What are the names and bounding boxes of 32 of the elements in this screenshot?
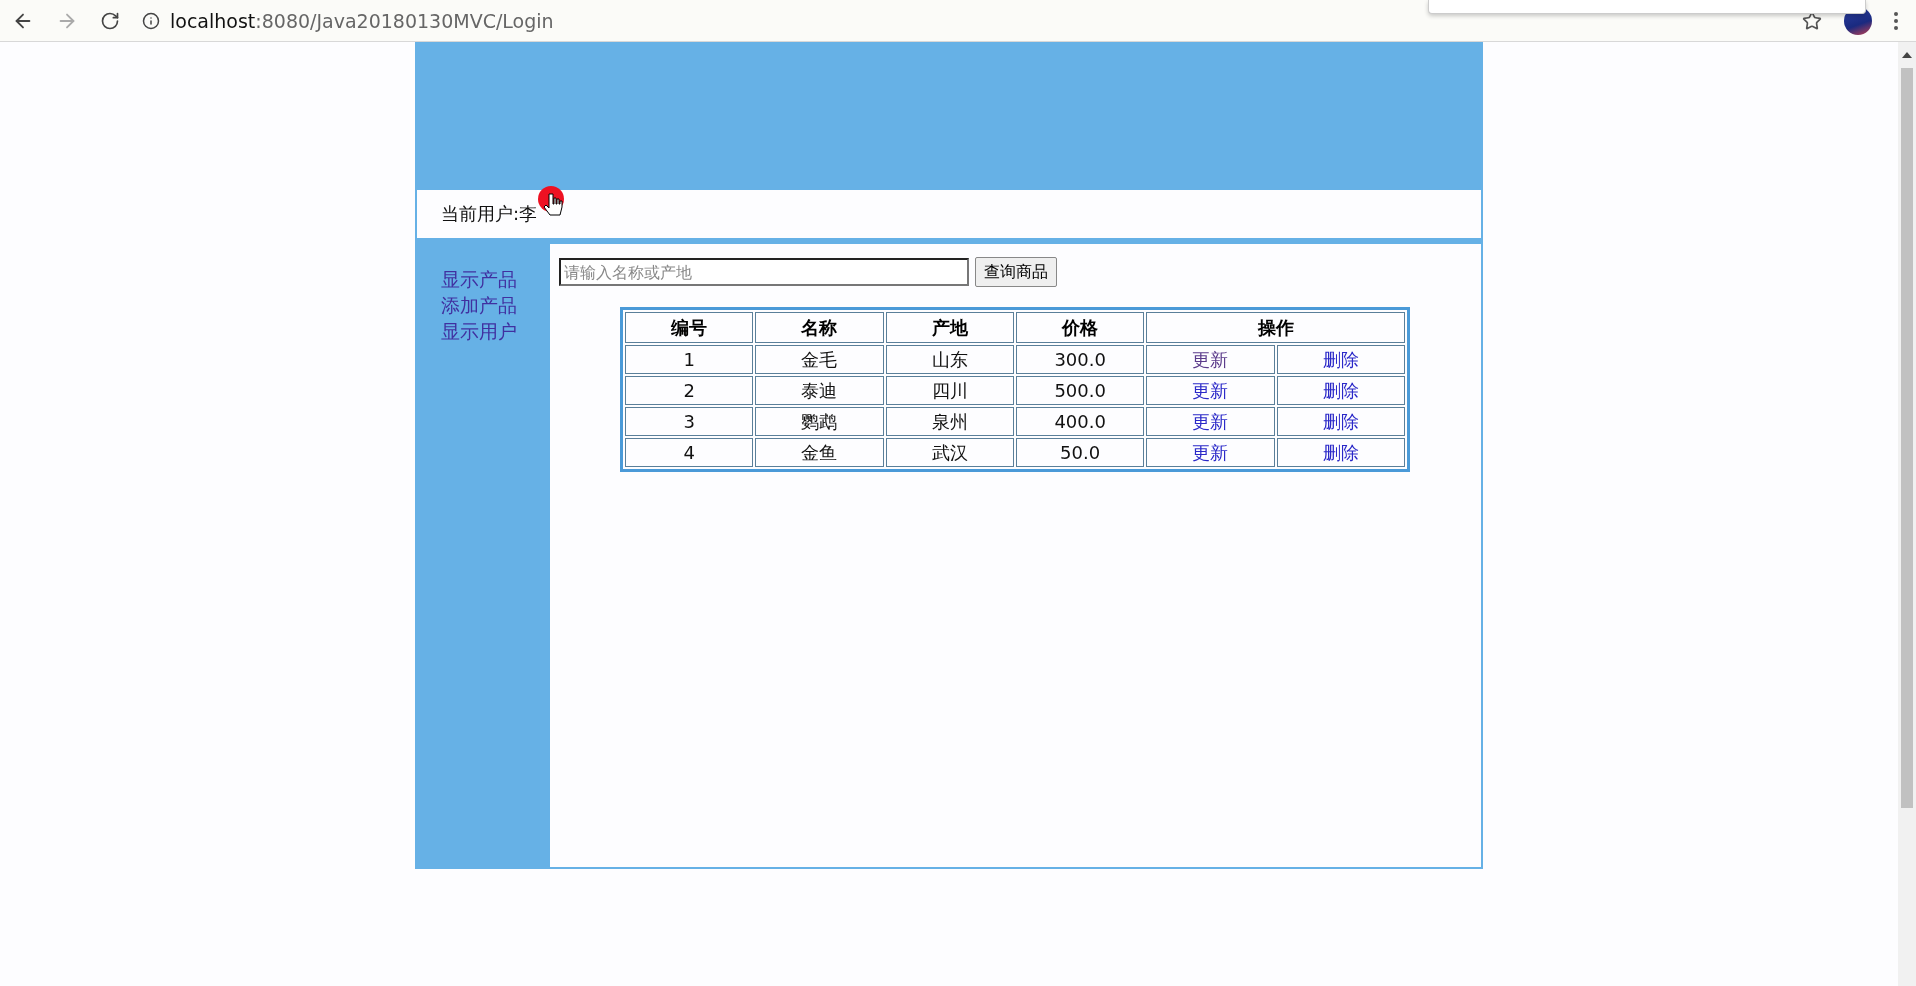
address-url[interactable]: localhost:8080/Java20180130MVC/Login	[170, 9, 554, 32]
table-cell: 泉州	[885, 407, 1014, 436]
table-cell: 50.0	[1016, 438, 1145, 467]
table-cell: 金鱼	[755, 438, 884, 467]
table-cell: 1	[625, 345, 754, 374]
scroll-up-icon[interactable]	[1902, 52, 1912, 58]
table-cell: 400.0	[1016, 407, 1145, 436]
column-header: 名称	[755, 312, 884, 343]
search-field[interactable]: 请输入名称或产地	[559, 258, 969, 286]
table-cell: 泰迪	[755, 376, 884, 405]
table-cell: 2	[625, 376, 754, 405]
table-cell: 300.0	[1016, 345, 1145, 374]
table-cell: 500.0	[1016, 376, 1145, 405]
column-header: 产地	[885, 312, 1014, 343]
sidebar-link[interactable]: 显示产品	[441, 266, 550, 292]
reload-icon[interactable]	[100, 10, 120, 31]
table-cell: 四川	[885, 376, 1014, 405]
sidebar-link[interactable]: 添加产品	[441, 292, 550, 318]
table-cell: 3	[625, 407, 754, 436]
table-cell: 4	[625, 438, 754, 467]
info-icon[interactable]	[142, 11, 160, 30]
search-button[interactable]: 查询商品	[975, 257, 1057, 287]
table-cell: 金毛	[755, 345, 884, 374]
current-user: 当前用户:李	[441, 202, 538, 226]
column-header: 操作	[1146, 312, 1405, 343]
column-header: 编号	[625, 312, 754, 343]
table-cell: 武汉	[885, 438, 1014, 467]
column-header: 价格	[1016, 312, 1145, 343]
table-cell: 山东	[885, 345, 1014, 374]
table-cell: 鹦鹉	[755, 407, 884, 436]
sidebar-link[interactable]: 显示用户	[441, 318, 550, 344]
menu-icon[interactable]	[1894, 11, 1898, 30]
